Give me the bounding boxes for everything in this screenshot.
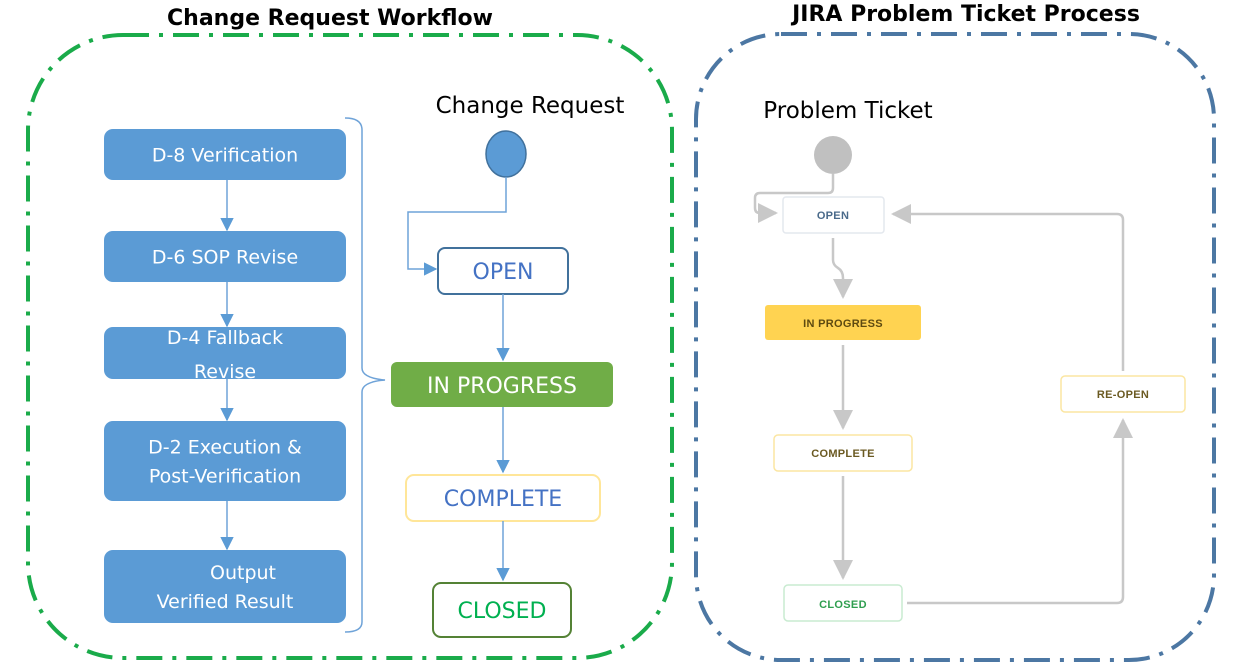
jira-state-complete-label: COMPLETE xyxy=(811,448,875,460)
change-request-subtitle: Change Request xyxy=(436,93,625,119)
cr-state-closed-label: CLOSED xyxy=(458,599,547,624)
jira-state-reopen[interactable]: RE-OPEN xyxy=(1060,375,1186,413)
jira-reopen-to-open-connector xyxy=(891,204,1125,371)
jira-panel: JIRA Problem Ticket Process Problem Tick… xyxy=(694,2,1216,662)
cr-state-in-progress[interactable]: IN PROGRESS xyxy=(391,362,613,407)
cr-state-open-label: OPEN xyxy=(473,260,534,285)
step-node-label: D-8 Verification xyxy=(152,145,298,167)
cr-state-complete-label: COMPLETE xyxy=(444,487,562,512)
change-request-panel: Change Request Workflow D-8 Verification… xyxy=(26,6,674,660)
step-node-label: Output xyxy=(210,562,276,584)
change-request-steps: D-8 Verification D-6 SOP Revise D-4 Fallba… xyxy=(104,129,346,623)
jira-panel-title: JIRA Problem Ticket Process xyxy=(790,2,1140,27)
jira-state-open[interactable]: OPEN xyxy=(782,196,885,234)
step-node[interactable]: D-4 Fallback Revise xyxy=(104,327,346,383)
workflow-diagram: Change Request Workflow D-8 Verification… xyxy=(26,2,1216,662)
jira-state-in-progress[interactable]: IN PROGRESS xyxy=(765,305,921,340)
step-node[interactable]: D-2 Execution & Post-Verification xyxy=(104,421,346,501)
step-node[interactable]: D-8 Verification xyxy=(104,129,346,180)
jira-start-node xyxy=(814,136,852,174)
step-node-label: D-2 Execution & xyxy=(148,437,302,459)
cr-state-in-progress-label: IN PROGRESS xyxy=(427,374,577,399)
jira-open-to-inprogress-connector xyxy=(831,238,853,299)
jira-state-closed[interactable]: CLOSED xyxy=(783,584,903,622)
step-node-label: D-6 SOP Revise xyxy=(152,247,298,269)
step-node[interactable]: Output Verified Result xyxy=(104,550,346,623)
jira-state-reopen-label: RE-OPEN xyxy=(1097,389,1149,401)
change-request-panel-title: Change Request Workflow xyxy=(167,6,493,31)
jira-state-open-label: OPEN xyxy=(817,210,849,222)
change-request-start-node xyxy=(485,130,527,178)
jira-panel-border xyxy=(694,32,1216,662)
cr-state-open[interactable]: OPEN xyxy=(437,247,569,295)
step-node[interactable]: D-6 SOP Revise xyxy=(104,231,346,282)
jira-closed-to-reopen-connector xyxy=(907,418,1133,605)
step-node-label: D-4 Fallback xyxy=(167,327,283,349)
step-node-label: Revise xyxy=(194,361,256,383)
jira-state-complete[interactable]: COMPLETE xyxy=(773,434,913,472)
jira-state-closed-label: CLOSED xyxy=(819,599,867,611)
steps-bracket xyxy=(344,117,386,633)
cr-state-closed[interactable]: CLOSED xyxy=(432,582,572,638)
jira-state-in-progress-label: IN PROGRESS xyxy=(803,318,883,330)
step-node-label: Post-Verification xyxy=(149,466,301,488)
cr-state-complete[interactable]: COMPLETE xyxy=(405,474,601,522)
step-node-box xyxy=(104,421,346,501)
step-node-label: Verified Result xyxy=(157,591,294,613)
jira-subtitle: Problem Ticket xyxy=(763,98,932,124)
